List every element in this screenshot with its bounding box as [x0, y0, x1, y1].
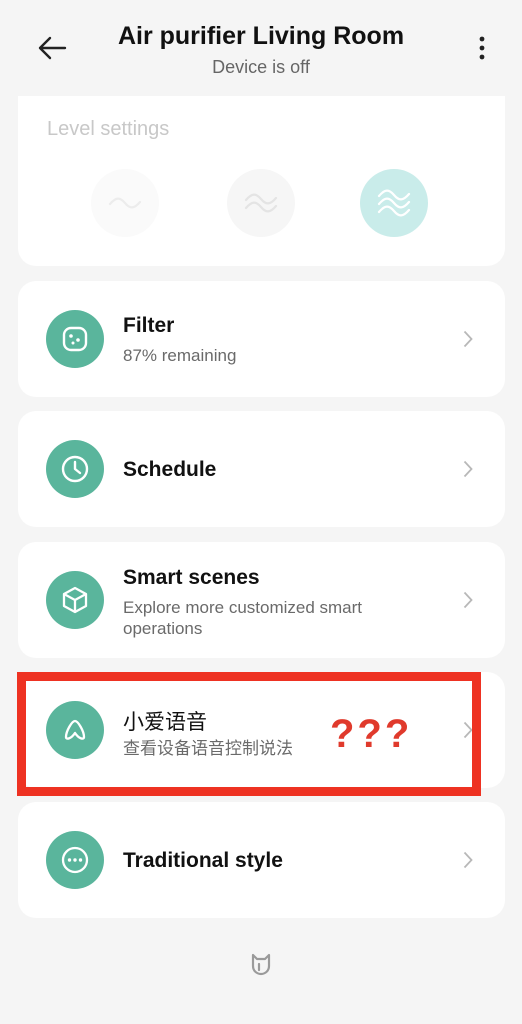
traditional-style-title: Traditional style: [123, 849, 283, 872]
more-dots-icon: [46, 831, 104, 889]
chevron-right-icon: [461, 329, 475, 349]
wave-triple-icon: [377, 189, 411, 217]
smart-scenes-description: Explore more customized smart operations: [123, 598, 363, 638]
level-high-button[interactable]: [360, 169, 428, 237]
more-options-button[interactable]: [464, 28, 500, 68]
page-title: Air purifier Living Room: [117, 22, 405, 50]
device-status: Device is off: [212, 57, 310, 77]
filter-remaining: 87% remaining: [123, 346, 237, 365]
voice-assistant-title: 小爱语音: [123, 711, 207, 734]
chevron-right-icon: [461, 459, 475, 479]
traditional-style-row[interactable]: Traditional style: [18, 802, 505, 918]
voice-assistant-icon: [46, 701, 104, 759]
chevron-right-icon: [461, 590, 475, 610]
mi-home-logo-icon: [250, 952, 272, 976]
voice-assistant-row[interactable]: 小爱语音 查看设备语音控制说法: [18, 672, 505, 788]
wave-double-icon: [244, 193, 278, 213]
level-settings-title: Level settings: [47, 118, 170, 140]
header: Air purifier Living Room Device is off: [0, 0, 522, 96]
smart-scenes-row[interactable]: Smart scenes Explore more customized sma…: [18, 542, 505, 658]
filter-row[interactable]: Filter 87% remaining: [18, 281, 505, 397]
chevron-right-icon: [461, 850, 475, 870]
level-settings-card: Level settings: [18, 96, 505, 266]
annotation-question-marks: ???: [330, 712, 413, 756]
filter-title: Filter: [123, 314, 175, 337]
cube-icon: [46, 571, 104, 629]
chevron-right-icon: [461, 720, 475, 740]
schedule-row[interactable]: Schedule: [18, 411, 505, 527]
more-vertical-icon: [479, 36, 485, 60]
level-low-button[interactable]: [91, 169, 159, 237]
schedule-title: Schedule: [123, 458, 217, 481]
filter-icon: [46, 310, 104, 368]
level-medium-button[interactable]: [227, 169, 295, 237]
clock-icon: [46, 440, 104, 498]
smart-scenes-title: Smart scenes: [123, 566, 260, 589]
wave-single-icon: [108, 197, 142, 209]
